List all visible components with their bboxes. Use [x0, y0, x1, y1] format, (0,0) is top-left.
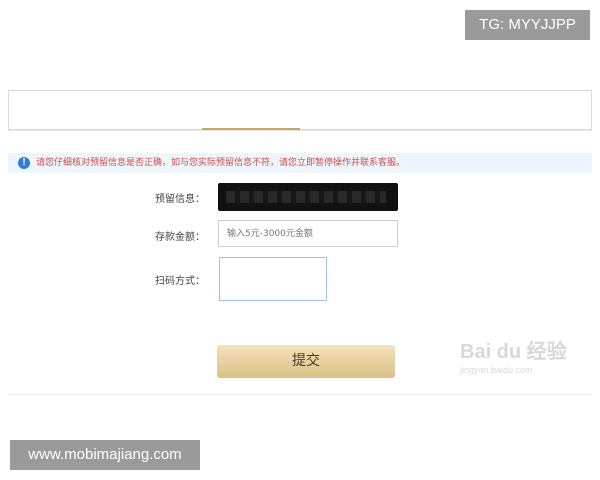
- baidu-watermark: Bai du 经验 jingyan.baidu.com: [460, 340, 580, 384]
- notice-text: 请您仔细核对预留信息是否正确，如与您实际预留信息不符，请您立即暂停操作并联系客服…: [36, 158, 406, 168]
- tab-divider: [8, 130, 592, 131]
- bottom-divider: [8, 394, 592, 395]
- redacted-text: [226, 191, 386, 203]
- submit-button[interactable]: 提交: [217, 345, 395, 378]
- reserved-info-label: 预留信息：: [155, 194, 205, 205]
- tg-contact-badge: TG: MYYJJPP: [465, 10, 590, 40]
- reserved-info-value: [218, 183, 398, 211]
- scan-method-select[interactable]: [219, 257, 327, 301]
- deposit-amount-label: 存款金额：: [155, 232, 205, 243]
- info-icon: !: [18, 157, 30, 169]
- scan-method-label: 扫码方式：: [155, 276, 205, 287]
- notice-bar: ! 请您仔细核对预留信息是否正确，如与您实际预留信息不符，请您立即暂停操作并联系…: [8, 153, 592, 173]
- deposit-page: TG: MYYJJPP ! 请您仔细核对预留信息是否正确，如与您实际预留信息不符…: [0, 0, 600, 480]
- watermark-url: jingyan.baidu.com: [460, 365, 533, 375]
- site-url-badge: www.mobimajiang.com: [10, 440, 200, 470]
- deposit-amount-input[interactable]: [218, 220, 398, 247]
- watermark-text: Bai du 经验: [460, 341, 567, 363]
- tab-bar: [8, 90, 592, 130]
